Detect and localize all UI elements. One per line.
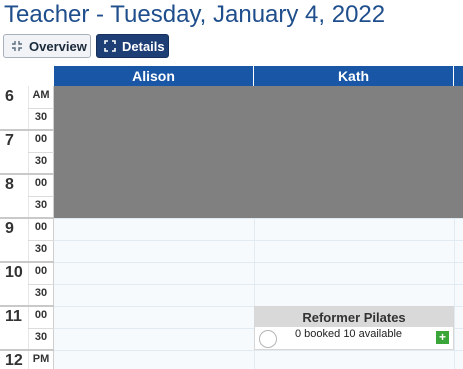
minute-label: 00 bbox=[34, 309, 48, 321]
hour-divider bbox=[0, 305, 54, 307]
column-header-kath[interactable]: Kath bbox=[254, 66, 454, 86]
event-select-radio[interactable] bbox=[259, 330, 277, 348]
details-button[interactable]: Details bbox=[96, 34, 169, 58]
time-gutter: 6 AM 30 7 00 30 8 00 30 9 00 30 10 00 30 11 00 30 12 PM bbox=[0, 86, 54, 369]
minute-label: 30 bbox=[34, 287, 48, 299]
minute-label: 00 bbox=[34, 177, 48, 189]
minute-label: 30 bbox=[34, 155, 48, 167]
hour-label: 11 bbox=[5, 308, 22, 325]
column-header-alison[interactable]: Alison bbox=[54, 66, 254, 86]
grid-row-line bbox=[54, 240, 463, 241]
hour-divider bbox=[0, 217, 54, 219]
expand-icon bbox=[103, 39, 117, 53]
add-booking-icon[interactable]: + bbox=[436, 331, 449, 344]
half-hour-divider bbox=[28, 240, 54, 241]
hour-divider bbox=[0, 129, 54, 131]
half-hour-divider bbox=[28, 196, 54, 197]
hour-divider bbox=[0, 173, 54, 175]
minute-label: 00 bbox=[34, 133, 48, 145]
minute-label: 00 bbox=[34, 265, 48, 277]
grid-row-line bbox=[54, 262, 463, 263]
column-header-overflow bbox=[454, 66, 463, 86]
minute-label: PM bbox=[32, 353, 50, 365]
half-hour-divider bbox=[28, 284, 54, 285]
calendar: Alison Kath 6 AM 30 7 00 30 8 00 30 9 00 30 10 00 30 11… bbox=[0, 66, 463, 369]
class-event-card[interactable]: Reformer Pilates 0 booked 10 available + bbox=[254, 306, 454, 350]
overview-label: Overview bbox=[29, 38, 87, 54]
hour-label: 12 bbox=[5, 352, 23, 369]
half-hour-divider bbox=[28, 328, 54, 329]
unavailable-block bbox=[54, 86, 463, 218]
hour-label: 10 bbox=[5, 264, 23, 281]
overview-button[interactable]: Overview bbox=[3, 34, 91, 58]
hour-label: 6 bbox=[5, 88, 14, 105]
minute-label: 30 bbox=[34, 111, 48, 123]
page-title: Teacher - Tuesday, January 4, 2022 bbox=[4, 1, 386, 28]
hour-label: 7 bbox=[5, 132, 14, 149]
minute-label: 00 bbox=[34, 221, 48, 233]
half-hour-divider bbox=[28, 108, 54, 109]
schedule-grid[interactable]: Reformer Pilates 0 booked 10 available + bbox=[54, 86, 463, 369]
minute-label: 30 bbox=[34, 243, 48, 255]
minute-label: 30 bbox=[34, 199, 48, 211]
hour-divider bbox=[0, 349, 54, 351]
event-title[interactable]: Reformer Pilates bbox=[255, 307, 453, 327]
hour-divider bbox=[0, 261, 54, 263]
event-availability: 0 booked 10 available bbox=[295, 328, 403, 340]
minute-label: AM bbox=[32, 89, 50, 101]
hour-label: 9 bbox=[5, 220, 14, 237]
details-label: Details bbox=[122, 38, 165, 54]
collapse-icon bbox=[10, 39, 24, 53]
grid-row-line bbox=[54, 350, 463, 351]
grid-row-line bbox=[54, 284, 463, 285]
half-hour-divider bbox=[28, 152, 54, 153]
hour-label: 8 bbox=[5, 176, 14, 193]
grid-row-line bbox=[54, 218, 463, 219]
minute-label: 30 bbox=[34, 331, 48, 343]
